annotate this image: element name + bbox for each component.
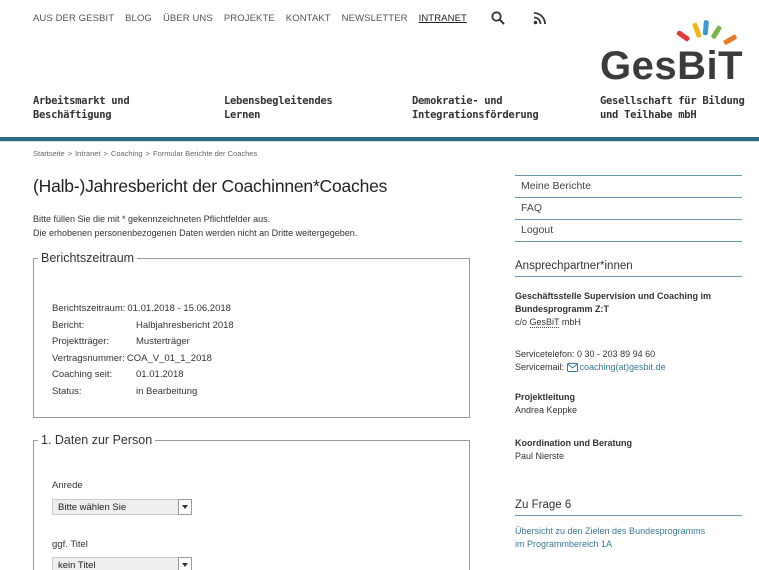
category-demokratie[interactable]: Demokratie- und Integrationsförderung — [412, 94, 582, 122]
logo-tagline: Gesellschaft für Bildung und Teilhabe mb… — [600, 95, 745, 121]
intro-line-privacy: Die erhobenen personenbezogenen Daten we… — [33, 228, 358, 238]
breadcrumb-separator: > — [67, 149, 73, 158]
titel-selected-value: kein Titel — [58, 559, 96, 570]
service-mail-label: Servicemail: — [515, 362, 567, 372]
header-divider-light — [0, 141, 759, 142]
detail-value: 01.01.2018 — [136, 369, 184, 380]
logo-ray — [676, 30, 690, 42]
nav-kontakt[interactable]: KONTAKT — [286, 13, 331, 24]
breadcrumb-separator: > — [145, 149, 150, 158]
service-mail-link[interactable]: coaching(at)gesbit.de — [580, 362, 666, 372]
berichtszeitraum-fieldset: Berichtszeitraum Berichtszeitraum: 01.01.… — [33, 251, 470, 418]
nav-intranet[interactable]: INTRANET — [419, 13, 467, 24]
detail-key: Status: — [52, 385, 82, 397]
sidebar-item-logout[interactable]: Logout — [515, 220, 742, 242]
anrede-label: Anrede — [52, 480, 83, 491]
nav-ueber-uns[interactable]: ÜBER UNS — [163, 13, 213, 24]
detail-row: Vertragsnummer: COA_V_01_1_2018 — [52, 351, 234, 368]
category-lebensbegleitendes-lernen[interactable]: Lebensbegleitendes Lernen — [224, 94, 394, 122]
detail-value: COA_V_01_1_2018 — [126, 352, 212, 364]
logo-rays-icon — [676, 20, 737, 45]
detail-key: Berichtszeitraum: — [52, 303, 126, 314]
anrede-selected-value: Bitte wählen Sie — [58, 501, 127, 513]
detail-row: Bericht: Halbjahresbericht 2018 — [52, 318, 234, 335]
breadcrumb-intranet[interactable]: Intranet — [75, 149, 100, 158]
sidebar-menu: Meine Berichte FAQ Logout — [515, 175, 742, 242]
report-details: Berichtszeitraum: 01.01.2018 - 15.06.2018… — [52, 301, 234, 400]
breadcrumb: Startseite > Intranet > Coaching > Formular Be… — [33, 149, 257, 158]
rss-icon[interactable] — [532, 10, 548, 26]
titel-label: ggf. Titel — [52, 539, 88, 550]
search-icon[interactable] — [490, 10, 506, 26]
logo-wordmark: GesBiT — [600, 44, 744, 88]
person-legend: 1. Daten zur Person — [41, 433, 153, 447]
breadcrumb-current: Formular Berichte der Coaches — [153, 149, 258, 158]
intro-text: Bitte füllen Sie die mit * gekennzeichne… — [33, 212, 493, 240]
gesbit-abbreviation: GesBiT — [529, 317, 560, 328]
programm-ziele-line1: Übersicht zu den Zielen des Bundesprogra… — [515, 526, 706, 536]
office-co-suffix: mbH — [559, 317, 581, 327]
chevron-down-icon[interactable] — [178, 499, 192, 515]
frage6-heading: Zu Frage 6 — [515, 499, 742, 516]
service-mail-row: Servicemail: coaching(at)gesbit.de — [515, 361, 745, 376]
gesbit-logo[interactable]: GesBiT — [600, 16, 744, 91]
projektleitung-name: Andrea Keppke — [515, 405, 578, 415]
top-navigation: AUS DER GESBIT BLOG ÜBER UNS PROJEKTE KO… — [33, 10, 562, 26]
programm-ziele-link[interactable]: Übersicht zu den Zielen des Bundesprogra… — [515, 525, 745, 551]
nav-newsletter[interactable]: NEWSLETTER — [342, 13, 408, 24]
anrede-select[interactable]: Bitte wählen Sie — [52, 499, 192, 515]
office-name-line1: Geschäftsstelle Supervision und Coaching… — [515, 291, 712, 301]
koordination-block: Koordination und Beratung Paul Nierste — [515, 437, 745, 463]
nav-projekte[interactable]: PROJEKTE — [224, 13, 275, 24]
chevron-down-icon[interactable] — [178, 557, 192, 570]
detail-row: Status: in Bearbeitung — [52, 384, 234, 401]
breadcrumb-separator: > — [103, 149, 108, 158]
detail-row: Projektträger: Musterträger — [52, 334, 234, 351]
contacts-heading: Ansprechpartner*innen — [515, 260, 742, 277]
detail-value: 01.01.2018 - 15.06.2018 — [127, 303, 231, 314]
service-phone: Servicetelefon: 0 30 - 203 89 94 60 — [515, 349, 656, 359]
detail-key: Vertragsnummer: — [52, 352, 125, 364]
nav-aus-der-gesbit[interactable]: AUS DER GESBIT — [33, 13, 114, 24]
category-arbeitsmarkt[interactable]: Arbeitsmarkt und Beschäftigung — [33, 94, 203, 122]
sidebar-item-meine-berichte[interactable]: Meine Berichte — [515, 176, 742, 198]
service-contact: Servicetelefon: 0 30 - 203 89 94 60 Serv… — [515, 348, 745, 376]
breadcrumb-startseite[interactable]: Startseite — [33, 149, 65, 158]
logo-ray — [711, 25, 722, 39]
detail-key: Bericht: — [52, 319, 85, 331]
detail-value: in Bearbeitung — [136, 385, 198, 397]
logo-ray — [702, 20, 709, 36]
breadcrumb-coaching[interactable]: Coaching — [111, 149, 143, 158]
koordination-label: Koordination und Beratung — [515, 438, 632, 448]
detail-row: Coaching seit: 01.01.2018 — [52, 367, 234, 384]
detail-value: Halbjahresbericht 2018 — [136, 319, 234, 331]
detail-value: Musterträger — [136, 336, 190, 347]
detail-key: Projektträger: — [52, 336, 110, 347]
programm-ziele-line2: im Programmbereich 1A — [515, 539, 613, 549]
office-name-line2: Bundesprogramm Z:T — [515, 304, 610, 314]
detail-row: Berichtszeitraum: 01.01.2018 - 15.06.2018 — [52, 301, 234, 318]
titel-select[interactable]: kein Titel — [52, 557, 192, 570]
koordination-name: Paul Nierste — [515, 451, 565, 461]
intro-line-required: Bitte füllen Sie die mit * gekennzeichne… — [33, 214, 271, 224]
office-address: Geschäftsstelle Supervision und Coaching… — [515, 290, 745, 329]
envelope-icon — [566, 363, 578, 376]
office-co-prefix: c/o — [515, 317, 530, 327]
person-fieldset: 1. Daten zur Person Anrede Bitte wählen … — [33, 433, 470, 570]
nav-blog[interactable]: BLOG — [125, 13, 152, 24]
sidebar-item-faq[interactable]: FAQ — [515, 198, 742, 220]
detail-key: Coaching seit: — [52, 369, 113, 380]
page-title: (Halb-)Jahresbericht der Coachinnen*Coac… — [33, 176, 388, 196]
projektleitung-block: Projektleitung Andrea Keppke — [515, 391, 745, 417]
projektleitung-label: Projektleitung — [515, 392, 576, 402]
logo-ray — [692, 22, 702, 38]
berichtszeitraum-legend: Berichtszeitraum — [41, 251, 135, 265]
